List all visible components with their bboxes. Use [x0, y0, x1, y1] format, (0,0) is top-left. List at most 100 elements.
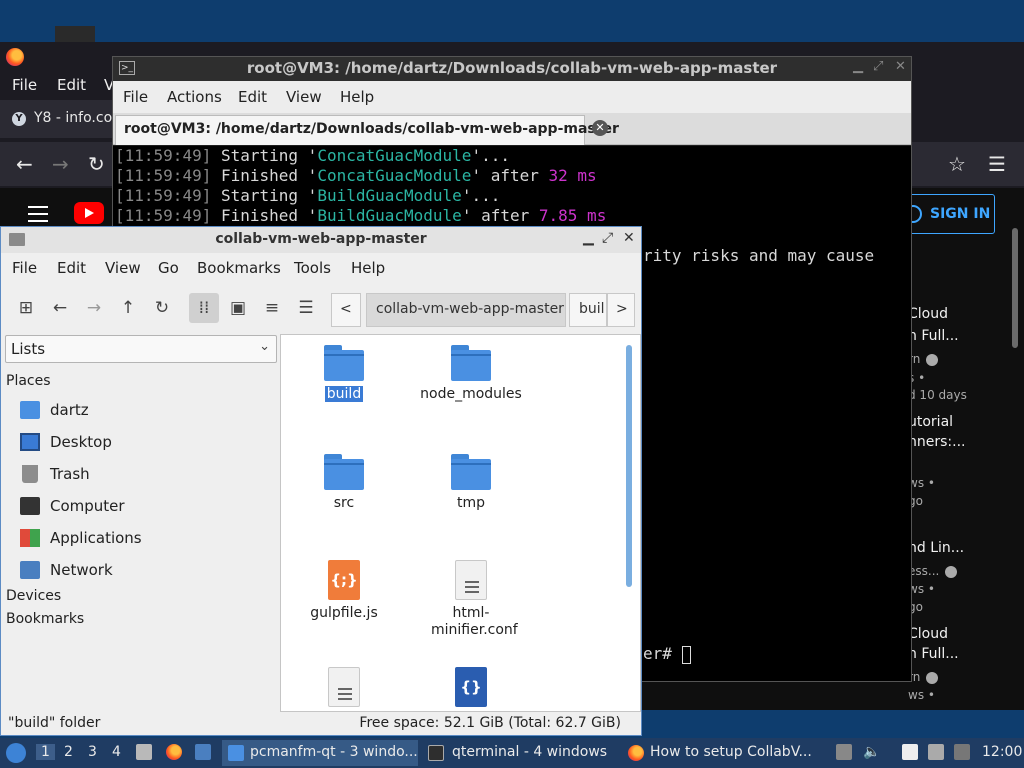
fm-menu-go[interactable]: Go: [158, 259, 179, 277]
new-tab-icon[interactable]: ⊞: [11, 293, 41, 323]
video-title-line2[interactable]: nners:...: [908, 434, 965, 450]
desktop-switch-3[interactable]: 3: [88, 744, 97, 760]
devices-heading[interactable]: Devices: [6, 588, 61, 604]
compact-view-icon[interactable]: ≡: [257, 293, 287, 323]
display-icon[interactable]: [928, 744, 944, 760]
fm-menu-help[interactable]: Help: [351, 259, 385, 277]
bookmarks-heading[interactable]: Bookmarks: [6, 611, 84, 627]
terminal-menu-edit[interactable]: Edit: [238, 88, 267, 106]
close-tab-icon[interactable]: ✕: [592, 120, 608, 136]
video-title-line2[interactable]: n Full...: [908, 646, 959, 662]
file-item-build[interactable]: build: [288, 345, 400, 403]
maximize-icon[interactable]: ⤢: [873, 59, 883, 74]
file-item-tmp[interactable]: tmp: [415, 454, 527, 512]
start-menu-icon[interactable]: [6, 743, 26, 763]
fm-menu-tools[interactable]: Tools: [294, 259, 331, 277]
line-verb: Starting: [220, 186, 299, 205]
terminal-titlebar[interactable]: >_ root@VM3: /home/dartz/Downloads/colla…: [113, 57, 911, 81]
back-arrow-icon[interactable]: ←: [16, 152, 33, 176]
file-item-node-modules[interactable]: node_modules: [415, 345, 527, 403]
sidebar-item-label: Trash: [50, 465, 90, 483]
fm-menu-bookmarks[interactable]: Bookmarks: [197, 259, 281, 277]
back-arrow-icon[interactable]: ←: [45, 293, 75, 323]
minimize-icon[interactable]: ▁: [583, 230, 594, 246]
sidebar-item-applications[interactable]: Applications: [20, 527, 270, 551]
file-item-gulpfile[interactable]: {;} gulpfile.js: [288, 560, 400, 622]
firefox-menu-edit[interactable]: Edit: [57, 76, 86, 94]
fm-menu-edit[interactable]: Edit: [57, 259, 86, 277]
minimize-icon[interactable]: ▁: [853, 59, 863, 74]
breadcrumb-current[interactable]: collab-vm-web-app-master: [366, 293, 566, 327]
show-desktop-icon[interactable]: [195, 744, 211, 760]
sidebar-item-desktop[interactable]: Desktop: [20, 431, 270, 455]
terminal-cursor: [681, 645, 691, 664]
file-item-src[interactable]: src: [288, 454, 400, 512]
video-title[interactable]: Cloud: [908, 626, 948, 642]
terminal-menu-file[interactable]: File: [123, 88, 148, 106]
volume-icon[interactable]: 🔈: [863, 744, 880, 760]
sidebar-item-computer[interactable]: Computer: [20, 495, 270, 519]
video-title[interactable]: Cloud: [908, 306, 948, 322]
sidebar-item-trash[interactable]: Trash: [20, 463, 270, 487]
clipboard-icon[interactable]: [902, 744, 918, 760]
sidebar-item-network[interactable]: Network: [20, 559, 270, 583]
detail-view-icon[interactable]: ☰: [291, 293, 321, 323]
firefox-scrollbar[interactable]: [1012, 228, 1018, 348]
file-view-scrollbar[interactable]: [626, 345, 632, 587]
youtube-logo-icon[interactable]: [74, 202, 104, 224]
file-item-partial[interactable]: [288, 667, 400, 707]
close-icon[interactable]: ✕: [895, 59, 906, 74]
file-manager-window: collab-vm-web-app-master ▁ ⤢ ✕ File Edit…: [0, 226, 642, 736]
breadcrumb-next[interactable]: buil: [569, 293, 607, 327]
video-title-line2[interactable]: n Full...: [908, 328, 959, 344]
sidebar-mode-select[interactable]: Lists ⌄: [5, 335, 277, 363]
network-icon[interactable]: [954, 744, 970, 760]
clock[interactable]: 12:00: [982, 744, 1022, 760]
fm-menu-file[interactable]: File: [12, 259, 37, 277]
task-pcmanfm[interactable]: pcmanfm-qt - 3 windo...: [222, 740, 418, 766]
terminal-menu-help[interactable]: Help: [340, 88, 374, 106]
file-view[interactable]: build node_modules src tmp {;} gulpfile.…: [280, 334, 641, 712]
line-task: ConcatGuacModule: [317, 166, 472, 185]
terminal-menu-actions[interactable]: Actions: [167, 88, 222, 106]
trash-icon[interactable]: [836, 744, 852, 760]
up-arrow-icon[interactable]: ↑: [113, 293, 143, 323]
firefox-tab[interactable]: Y Y8 - info.co: [0, 100, 112, 138]
places-heading[interactable]: Places: [6, 373, 51, 389]
terminal-menu-view[interactable]: View: [286, 88, 322, 106]
desktop-switch-1[interactable]: 1: [36, 744, 55, 760]
breadcrumb-scroll-right[interactable]: >: [607, 293, 635, 327]
task-qterminal[interactable]: qterminal - 4 windows: [422, 740, 622, 766]
forward-arrow-icon[interactable]: →: [79, 293, 109, 323]
reload-icon[interactable]: ↻: [147, 293, 177, 323]
reload-icon[interactable]: ↻: [88, 152, 105, 176]
file-manager-titlebar[interactable]: collab-vm-web-app-master ▁ ⤢ ✕: [1, 227, 641, 253]
close-icon[interactable]: ✕: [623, 230, 635, 246]
terminal-tab[interactable]: root@VM3: /home/dartz/Downloads/collab-v…: [115, 115, 619, 145]
prompt-text: er#: [643, 644, 672, 663]
desktop-switch-4[interactable]: 4: [112, 744, 121, 760]
sidebar-item-dartz[interactable]: dartz: [20, 399, 270, 423]
file-item-html-minifier[interactable]: html-minifier.conf: [415, 560, 527, 639]
breadcrumb-scroll-left[interactable]: <: [331, 293, 361, 327]
bookmark-star-icon[interactable]: ☆: [948, 152, 966, 176]
firefox-menu-file[interactable]: File: [12, 76, 37, 94]
file-manager-launcher-icon[interactable]: [136, 744, 152, 760]
fm-menu-view[interactable]: View: [105, 259, 141, 277]
youtube-menu-icon[interactable]: [28, 206, 48, 227]
hamburger-menu-icon[interactable]: ☰: [988, 152, 1006, 176]
video-channel: ess...: [908, 564, 958, 578]
firefox-launcher-icon[interactable]: [166, 744, 182, 760]
task-label: pcmanfm-qt - 3 windo...: [250, 744, 418, 760]
video-title[interactable]: utorial: [908, 414, 953, 430]
icon-view-icon[interactable]: ⁞⁞: [189, 293, 219, 323]
terminal-line: [11:59:49] Starting 'ConcatGuacModule'..…: [115, 146, 510, 165]
file-manager-title: collab-vm-web-app-master: [215, 231, 427, 247]
desktop-switch-2[interactable]: 2: [64, 744, 73, 760]
video-title[interactable]: nd Lin...: [908, 540, 964, 556]
maximize-icon[interactable]: ⤢: [602, 230, 613, 246]
task-firefox[interactable]: How to setup CollabV...: [624, 740, 824, 766]
thumbnail-view-icon[interactable]: ▣: [223, 293, 253, 323]
forward-arrow-icon[interactable]: →: [52, 152, 69, 176]
file-item-partial[interactable]: {}: [415, 667, 527, 707]
